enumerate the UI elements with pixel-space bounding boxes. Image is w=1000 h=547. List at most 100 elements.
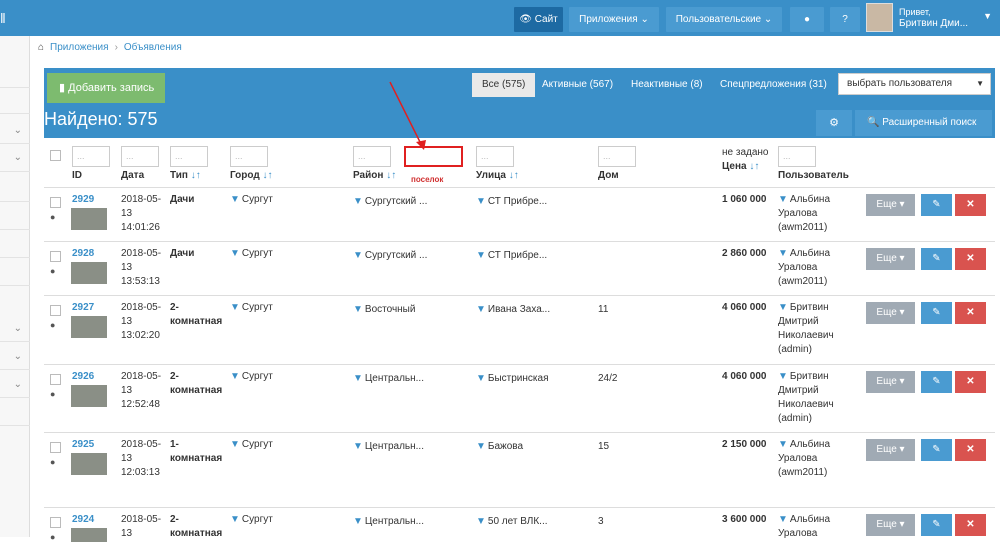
delete-button[interactable]: ✕	[955, 194, 986, 216]
help-button[interactable]: ?	[830, 7, 860, 32]
tab-all[interactable]: Все (575)	[472, 73, 536, 97]
column-type[interactable]: Тип ↓↑	[170, 170, 201, 181]
row-city[interactable]: ▼ Сургут	[230, 513, 273, 527]
row-id-link[interactable]: 2928	[72, 247, 94, 261]
row-id-link[interactable]: 2925	[72, 438, 94, 452]
menu-toggle-icon[interactable]: ‖	[0, 10, 8, 26]
row-id-link[interactable]: 2929	[72, 193, 94, 207]
row-checkbox[interactable]	[50, 442, 61, 453]
tab-special[interactable]: Спецпредложения (31)	[710, 73, 837, 97]
row-city[interactable]: ▼ Сургут	[230, 193, 273, 207]
sort-arrows-icon[interactable]: ↓↑	[191, 170, 201, 181]
listing-thumbnail[interactable]	[71, 453, 107, 475]
sidebar-item[interactable]	[0, 260, 30, 286]
sidebar-item-expand[interactable]: ⌄	[0, 144, 30, 172]
tab-inactive[interactable]: Неактивные (8)	[621, 73, 713, 97]
listing-thumbnail[interactable]	[71, 385, 107, 407]
delete-button[interactable]: ✕	[955, 302, 986, 324]
home-icon[interactable]: ⌂	[38, 42, 44, 53]
row-street[interactable]: ▼ СТ Прибре...	[476, 195, 547, 209]
row-street[interactable]: ▼ Бажова	[476, 440, 523, 454]
row-district[interactable]: ▼ Сургутский ...	[353, 195, 427, 209]
more-actions-button[interactable]: Еще ▾	[866, 302, 915, 324]
row-user[interactable]: ▼ Альбина Уралова (awm2011)	[778, 247, 830, 289]
sort-arrows-icon[interactable]: ↓↑	[509, 170, 519, 181]
edit-button[interactable]: ✎	[921, 194, 952, 216]
row-street[interactable]: ▼ СТ Прибре...	[476, 249, 547, 263]
site-button[interactable]: 👁 Сайт	[514, 7, 563, 32]
user-menu[interactable]: Привет, Бритвин Дми... ▼	[866, 3, 996, 33]
select-all-checkbox[interactable]	[50, 150, 61, 161]
more-actions-button[interactable]: Еще ▾	[866, 371, 915, 393]
sidebar-item-expand[interactable]: ⌄	[0, 118, 30, 144]
column-district[interactable]: Район ↓↑	[353, 170, 396, 181]
delete-button[interactable]: ✕	[955, 248, 986, 270]
sort-arrows-icon[interactable]: ↓↑	[263, 170, 273, 181]
sort-arrows-icon[interactable]: ↓↑	[749, 161, 759, 172]
sort-arrows-icon[interactable]: ↓↑	[386, 170, 396, 181]
edit-button[interactable]: ✎	[921, 439, 952, 461]
sidebar-item[interactable]	[0, 400, 30, 426]
row-district[interactable]: ▼ Сургутский ...	[353, 249, 427, 263]
sidebar-item[interactable]	[0, 204, 30, 230]
listing-thumbnail[interactable]	[71, 528, 107, 542]
row-user[interactable]: ▼ Альбина Уралова (awm2011)	[778, 438, 830, 480]
more-actions-button[interactable]: Еще ▾	[866, 248, 915, 270]
row-checkbox[interactable]	[50, 374, 61, 385]
row-district[interactable]: ▼ Центральн...	[353, 515, 424, 529]
row-checkbox[interactable]	[50, 197, 61, 208]
filter-street-input[interactable]: ...	[476, 146, 514, 167]
filter-type-input[interactable]: ...	[170, 146, 208, 167]
globe-button[interactable]: ●	[790, 7, 824, 32]
row-street[interactable]: ▼ 50 лет ВЛК...	[476, 515, 548, 529]
listing-thumbnail[interactable]	[71, 316, 107, 338]
row-checkbox[interactable]	[50, 517, 61, 528]
row-district[interactable]: ▼ Восточный	[353, 303, 415, 317]
column-street[interactable]: Улица ↓↑	[476, 170, 519, 181]
delete-button[interactable]: ✕	[955, 439, 986, 461]
filter-city-input[interactable]: ...	[230, 146, 268, 167]
row-checkbox[interactable]	[50, 251, 61, 262]
sidebar-item-expand[interactable]: ⌄	[0, 372, 30, 398]
row-city[interactable]: ▼ Сургут	[230, 301, 273, 315]
breadcrumb-ads[interactable]: Объявления	[124, 42, 182, 53]
sidebar-item-expand[interactable]: ⌄	[0, 316, 30, 342]
listing-thumbnail[interactable]	[71, 262, 107, 284]
listing-thumbnail[interactable]	[71, 208, 107, 230]
sidebar-item[interactable]	[0, 176, 30, 202]
settings-button[interactable]: ⚙	[816, 110, 852, 136]
advanced-search-button[interactable]: 🔍 Расширенный поиск	[855, 110, 992, 136]
filter-id-input[interactable]: ...	[72, 146, 110, 167]
user-select[interactable]: выбрать пользователя ▼	[838, 73, 991, 95]
column-id[interactable]: ID	[72, 170, 82, 181]
sidebar-item[interactable]	[0, 88, 30, 114]
edit-button[interactable]: ✎	[921, 248, 952, 270]
add-record-button[interactable]: ▮ Добавить запись	[47, 73, 165, 103]
edit-button[interactable]: ✎	[921, 302, 952, 324]
sidebar-item[interactable]	[0, 62, 30, 88]
users-menu-button[interactable]: Пользовательские ⌄	[666, 7, 782, 32]
edit-button[interactable]: ✎	[921, 514, 952, 536]
row-street[interactable]: ▼ Ивана Заха...	[476, 303, 550, 317]
filter-house-input[interactable]: ...	[598, 146, 636, 167]
row-city[interactable]: ▼ Сургут	[230, 370, 273, 384]
row-user[interactable]: ▼ Бритвин Дмитрий Николаевич (admin)	[778, 370, 834, 426]
row-district[interactable]: ▼ Центральн...	[353, 372, 424, 386]
row-id-link[interactable]: 2924	[72, 513, 94, 527]
row-city[interactable]: ▼ Сургут	[230, 247, 273, 261]
more-actions-button[interactable]: Еще ▾	[866, 194, 915, 216]
row-district[interactable]: ▼ Центральн...	[353, 440, 424, 454]
row-id-link[interactable]: 2927	[72, 301, 94, 315]
row-checkbox[interactable]	[50, 305, 61, 316]
delete-button[interactable]: ✕	[955, 371, 986, 393]
column-user[interactable]: Пользователь	[778, 170, 849, 181]
tab-active[interactable]: Активные (567)	[532, 73, 623, 97]
sidebar-item-expand[interactable]: ⌄	[0, 344, 30, 370]
more-actions-button[interactable]: Еще ▾	[866, 514, 915, 536]
row-city[interactable]: ▼ Сургут	[230, 438, 273, 452]
apps-menu-button[interactable]: Приложения ⌄	[569, 7, 659, 32]
row-id-link[interactable]: 2926	[72, 370, 94, 384]
more-actions-button[interactable]: Еще ▾	[866, 439, 915, 461]
edit-button[interactable]: ✎	[921, 371, 952, 393]
row-street[interactable]: ▼ Быстринская	[476, 372, 548, 386]
